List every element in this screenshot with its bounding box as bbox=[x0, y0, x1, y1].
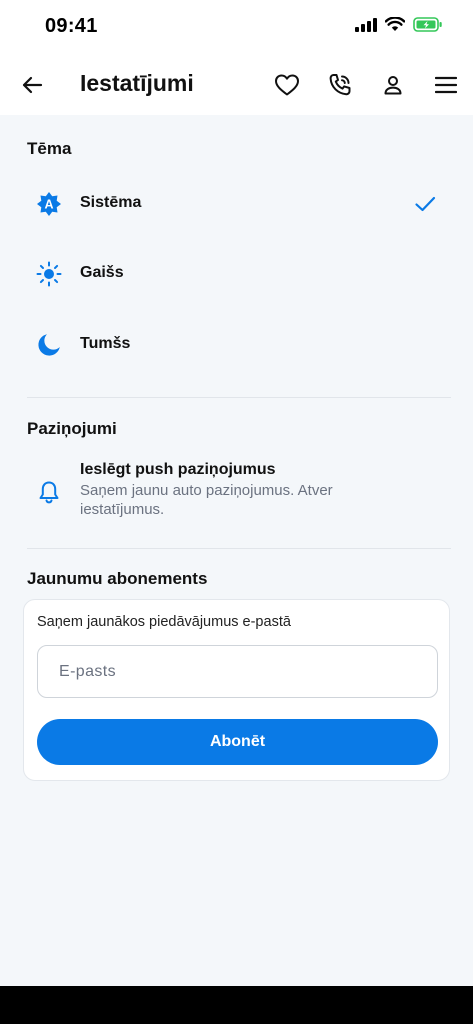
bottom-bar bbox=[0, 986, 473, 1024]
svg-text:A: A bbox=[44, 198, 53, 212]
phone-icon bbox=[329, 74, 351, 96]
arrow-left-icon bbox=[22, 76, 43, 94]
push-notifications-title: Ieslēgt push paziņojumus bbox=[80, 461, 276, 478]
push-notifications-item[interactable]: Ieslēgt push paziņojumus Saņem jaunu aut… bbox=[0, 455, 473, 525]
theme-option-system[interactable]: A Sistēma bbox=[0, 174, 473, 234]
moon-icon bbox=[36, 332, 62, 358]
bell-icon bbox=[36, 479, 62, 505]
app-bar: Iestatījumi bbox=[0, 55, 473, 115]
newsletter-card: Saņem jaunākos piedāvājumus e-pastā Abon… bbox=[23, 599, 450, 781]
menu-button[interactable] bbox=[430, 69, 462, 101]
signal-icon bbox=[355, 17, 377, 32]
battery-icon bbox=[413, 17, 442, 32]
hamburger-menu-icon bbox=[435, 76, 457, 94]
auto-theme-icon: A bbox=[36, 191, 62, 217]
subscribe-button[interactable]: Abonēt bbox=[37, 719, 438, 765]
theme-option-label: Tumšs bbox=[80, 335, 131, 352]
email-input[interactable] bbox=[37, 645, 438, 698]
status-bar: 09:41 bbox=[0, 0, 473, 55]
theme-option-label: Gaišs bbox=[80, 264, 124, 281]
newsletter-section-title: Jaunumu abonements bbox=[27, 569, 208, 588]
profile-button[interactable] bbox=[377, 69, 409, 101]
page-title: Iestatījumi bbox=[80, 70, 194, 96]
user-icon bbox=[384, 76, 402, 95]
theme-section-title: Tēma bbox=[27, 139, 72, 158]
section-divider bbox=[27, 548, 451, 549]
sun-icon bbox=[36, 261, 62, 287]
status-time: 09:41 bbox=[45, 15, 98, 37]
back-button[interactable] bbox=[18, 71, 46, 99]
checkmark-icon bbox=[415, 196, 436, 212]
notifications-section-title: Paziņojumi bbox=[27, 419, 117, 438]
theme-option-light[interactable]: Gaišs bbox=[0, 244, 473, 304]
newsletter-card-label: Saņem jaunākos piedāvājumus e-pastā bbox=[37, 614, 291, 630]
theme-option-label: Sistēma bbox=[80, 194, 142, 211]
call-button[interactable] bbox=[324, 69, 356, 101]
status-icons bbox=[355, 17, 443, 32]
favorites-button[interactable] bbox=[271, 69, 303, 101]
push-notifications-description: Saņem jaunu auto paziņojumus. Atver iest… bbox=[80, 482, 333, 518]
wifi-icon bbox=[385, 17, 405, 31]
heart-icon bbox=[275, 74, 299, 96]
theme-option-dark[interactable]: Tumšs bbox=[0, 315, 473, 375]
section-divider bbox=[27, 397, 451, 398]
